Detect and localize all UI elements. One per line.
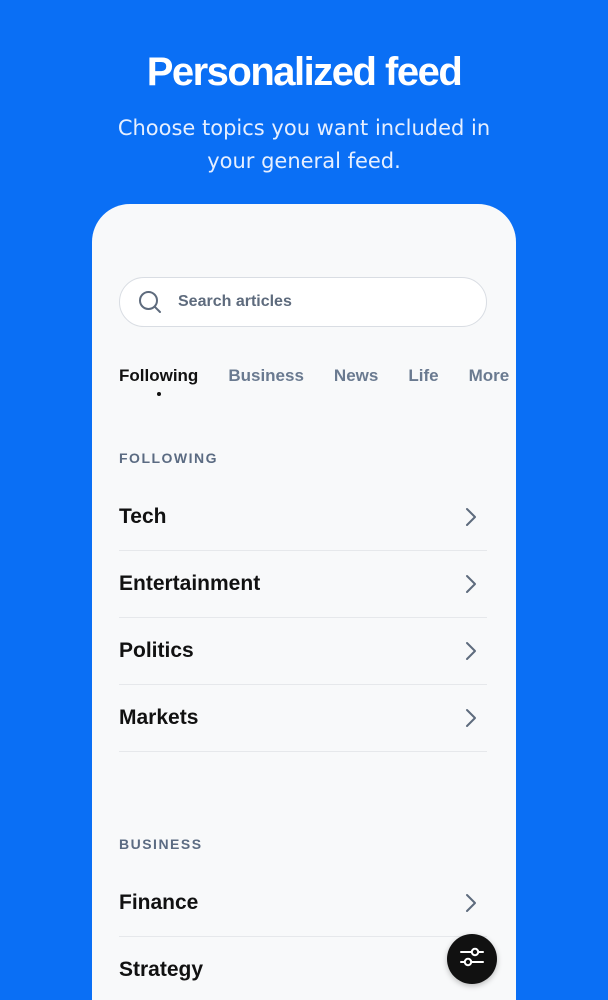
section-label-business: BUSINESS bbox=[119, 836, 203, 852]
filter-button[interactable] bbox=[447, 934, 497, 984]
active-tab-indicator bbox=[156, 392, 161, 396]
tab-news[interactable]: News bbox=[334, 366, 378, 386]
following-list: Tech Entertainment Politics Markets bbox=[119, 484, 487, 752]
chevron-right-icon bbox=[461, 893, 481, 913]
list-item-label: Entertainment bbox=[119, 572, 261, 595]
list-item-tech[interactable]: Tech bbox=[119, 484, 487, 551]
list-item-label: Strategy bbox=[119, 958, 204, 981]
list-item-label: Politics bbox=[119, 639, 194, 662]
list-item-politics[interactable]: Politics bbox=[119, 618, 487, 685]
search-bar[interactable] bbox=[119, 277, 487, 327]
chevron-right-icon bbox=[461, 641, 481, 661]
page-title: Personalized feed bbox=[146, 50, 463, 94]
list-item-label: Finance bbox=[119, 891, 199, 914]
tab-following[interactable]: Following bbox=[119, 366, 199, 396]
list-item-label: Tech bbox=[119, 505, 167, 528]
chevron-right-icon bbox=[461, 507, 481, 527]
tab-label: Following bbox=[119, 366, 199, 385]
tab-more[interactable]: More bbox=[469, 366, 510, 386]
page-subtitle: Choose topics you want included in your … bbox=[117, 116, 491, 173]
search-icon bbox=[138, 290, 162, 314]
list-item-finance[interactable]: Finance bbox=[119, 870, 487, 937]
tab-label: Life bbox=[408, 366, 439, 385]
list-item-label: Markets bbox=[119, 706, 199, 729]
phone-card: Following Business News Life More FOLLOW… bbox=[92, 204, 516, 1000]
tab-label: News bbox=[333, 366, 379, 385]
tab-label: Business bbox=[228, 366, 304, 385]
list-item-markets[interactable]: Markets bbox=[119, 685, 487, 752]
tab-life[interactable]: Life bbox=[408, 366, 438, 386]
tab-label: More bbox=[468, 366, 510, 385]
sliders-icon bbox=[459, 944, 485, 975]
list-item-entertainment[interactable]: Entertainment bbox=[119, 551, 487, 618]
chevron-right-icon bbox=[461, 574, 481, 594]
search-input[interactable] bbox=[178, 293, 438, 311]
chevron-right-icon bbox=[461, 708, 481, 728]
topic-tabs: Following Business News Life More bbox=[119, 366, 516, 402]
section-label-following: FOLLOWING bbox=[119, 450, 219, 466]
list-item-strategy[interactable]: Strategy bbox=[119, 937, 487, 1000]
screen: Personalized feed Choose topics you want… bbox=[0, 0, 608, 1000]
tab-business[interactable]: Business bbox=[228, 366, 304, 386]
business-list: Finance Strategy bbox=[119, 870, 487, 1000]
